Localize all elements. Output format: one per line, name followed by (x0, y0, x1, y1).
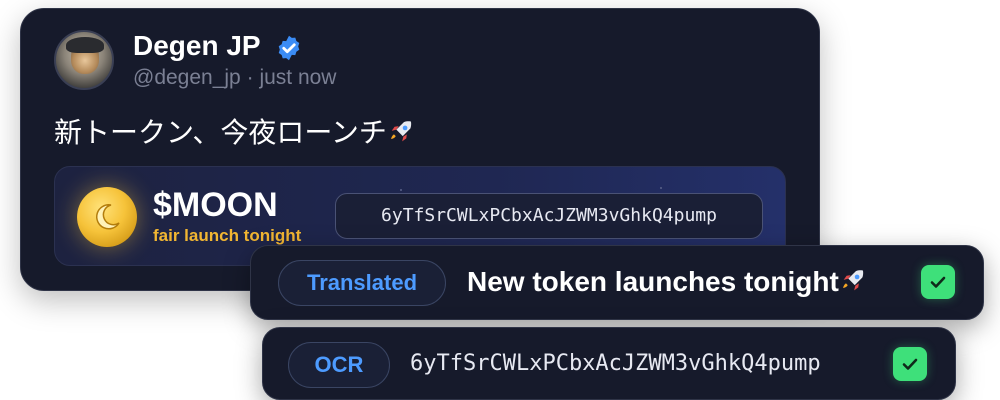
author-meta: @degen_jp · just now (133, 65, 336, 91)
translated-badge: Translated (278, 260, 446, 306)
ocr-card: OCR 6yTfSrCWLxPCbxAcJZWM3vGhkQ4pump (262, 327, 956, 400)
translation-card: Translated New token launches tonight (250, 245, 984, 320)
avatar[interactable] (54, 30, 114, 90)
token-tagline: fair launch tonight (153, 226, 302, 245)
check-icon (921, 265, 955, 299)
tweet-text: 新トークン、今夜ローンチ (54, 113, 415, 153)
panel-dot (660, 187, 662, 189)
author-name[interactable]: Degen JP (133, 29, 261, 63)
ocr-badge: OCR (288, 342, 390, 388)
tweet-text-body: 新トークン、今夜ローンチ (54, 116, 387, 149)
token-symbol: $MOON (153, 186, 278, 224)
verified-badge-icon (278, 35, 300, 61)
timestamp[interactable]: just now (259, 66, 336, 89)
translated-text: New token launches tonight (467, 261, 867, 303)
crescent-moon-icon (96, 204, 120, 230)
contract-address[interactable]: 6yTfSrCWLxPCbxAcJZWM3vGhkQ4pump (335, 193, 763, 239)
meta-separator: · (246, 66, 254, 89)
check-icon (893, 347, 927, 381)
ocr-text[interactable]: 6yTfSrCWLxPCbxAcJZWM3vGhkQ4pump (410, 342, 821, 386)
translated-text-body: New token launches tonight (467, 266, 839, 297)
moon-coin-icon (77, 187, 137, 247)
rocket-icon (842, 270, 863, 291)
rocket-icon (391, 121, 412, 142)
panel-dot (400, 189, 402, 191)
author-handle[interactable]: @degen_jp (133, 66, 241, 89)
